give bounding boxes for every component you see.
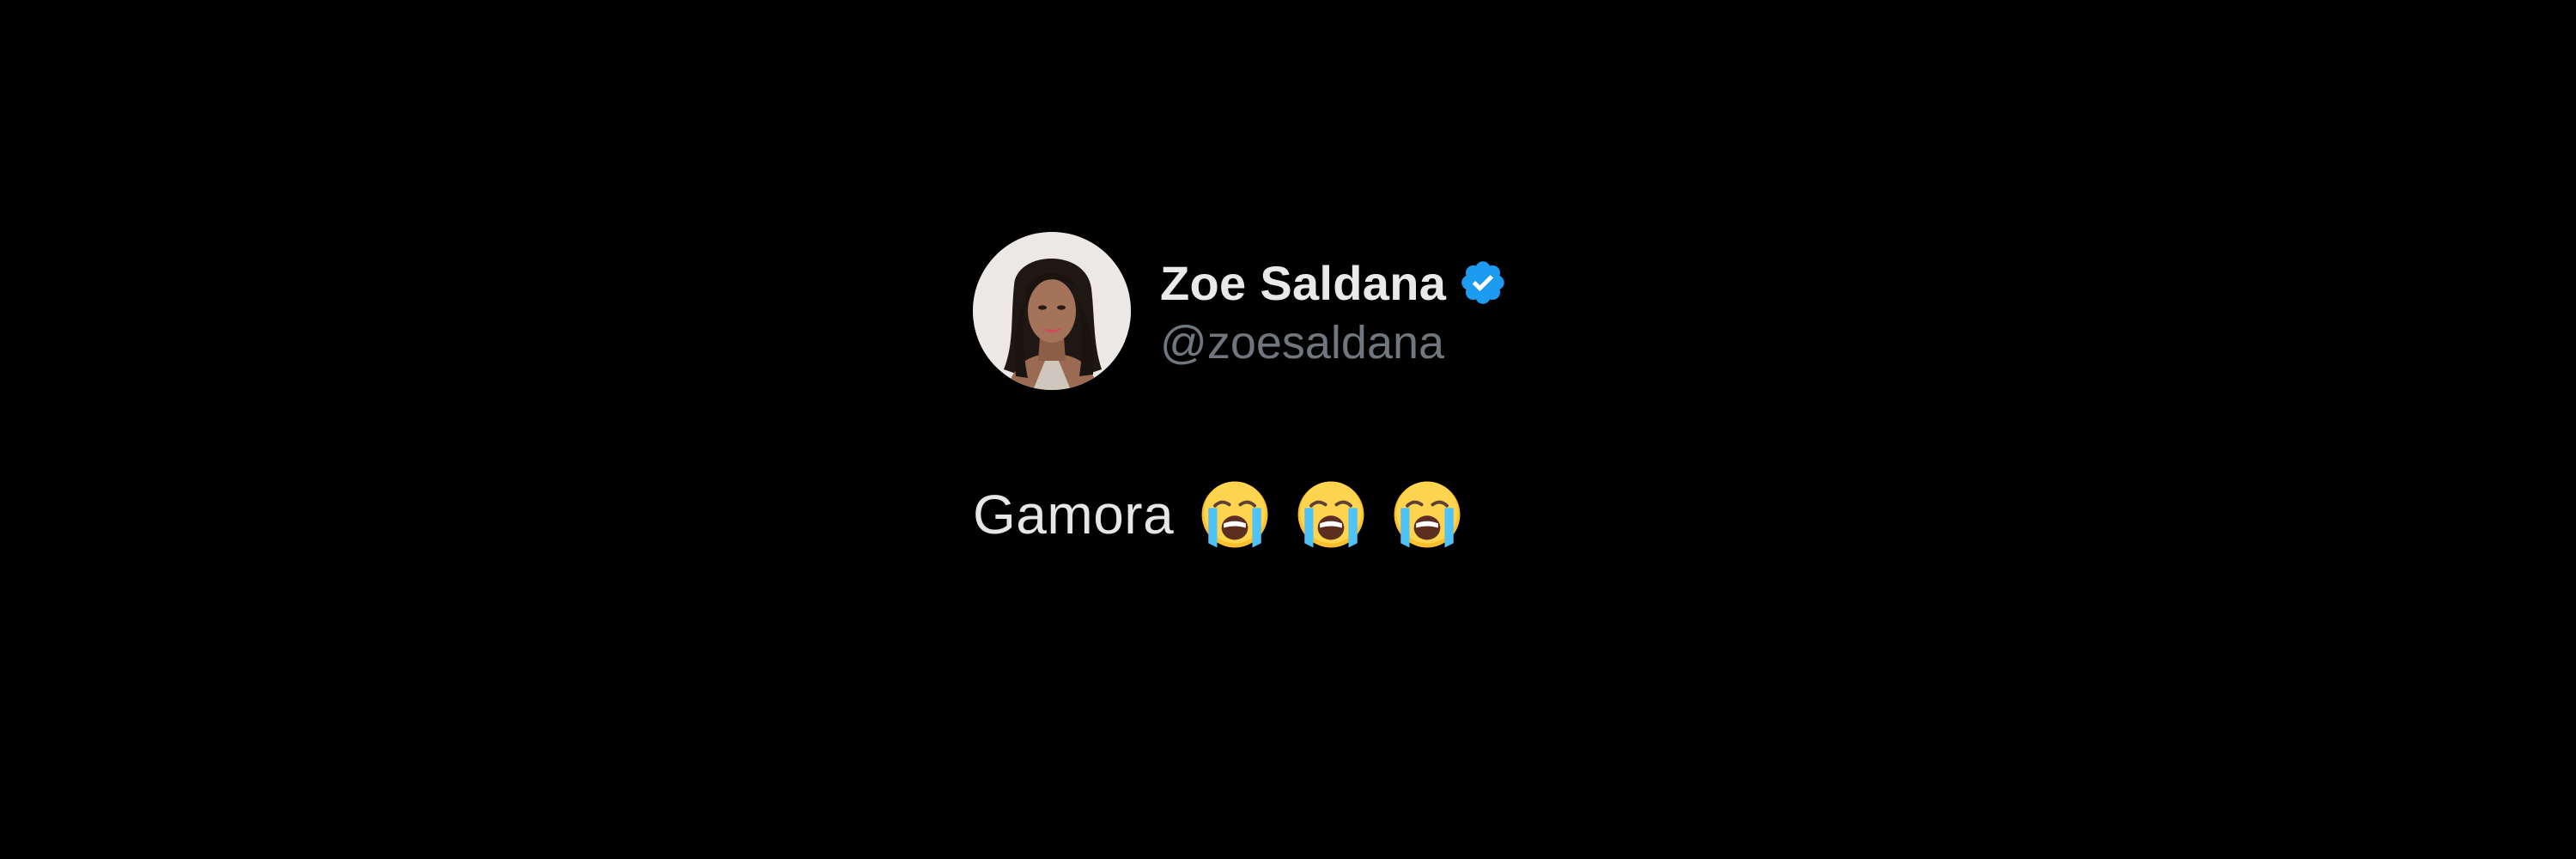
author-block: Zoe Saldana @zoesaldana (1160, 253, 1508, 369)
tweet-text: Gamora (973, 484, 1175, 545)
author-handle[interactable]: @zoesaldana (1160, 316, 1508, 369)
author-name[interactable]: Zoe Saldana (1160, 255, 1446, 311)
screen: Zoe Saldana @zoesaldana Gamora (0, 0, 2576, 859)
loudly-crying-face-icon (1392, 479, 1462, 550)
tweet-body: Gamora (973, 476, 1625, 553)
avatar-portrait (973, 232, 1131, 390)
loudly-crying-face-icon (1200, 479, 1270, 550)
verified-badge-icon (1458, 258, 1508, 308)
avatar[interactable] (973, 232, 1131, 390)
loudly-crying-face-icon (1296, 479, 1366, 550)
name-row: Zoe Saldana (1160, 253, 1508, 313)
tweet-header: Zoe Saldana @zoesaldana (973, 232, 1625, 390)
tweet-card: Zoe Saldana @zoesaldana Gamora (973, 232, 1625, 553)
